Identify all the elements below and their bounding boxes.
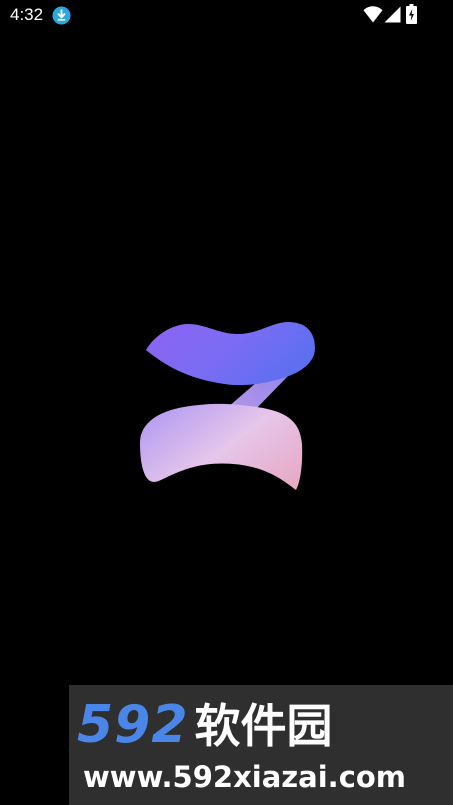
download-arrow-icon (52, 6, 71, 25)
watermark-brand: 592 软件园 (77, 697, 449, 753)
status-time: 4:32 (10, 5, 44, 24)
splash-screen: 4:32 592 软件园 www.592xiazai.com (0, 0, 453, 805)
wifi-icon (363, 6, 383, 23)
status-bar: 4:32 (0, 0, 453, 30)
watermark-banner: 592 软件园 www.592xiazai.com (69, 685, 453, 805)
watermark-brand-number: 592 (77, 695, 189, 755)
app-z-logo-icon (140, 322, 315, 490)
watermark-url: www.592xiazai.com (83, 760, 407, 794)
cellular-signal-icon (384, 6, 401, 23)
battery-charging-icon (406, 4, 417, 24)
watermark-brand-text: 软件园 (194, 699, 333, 753)
